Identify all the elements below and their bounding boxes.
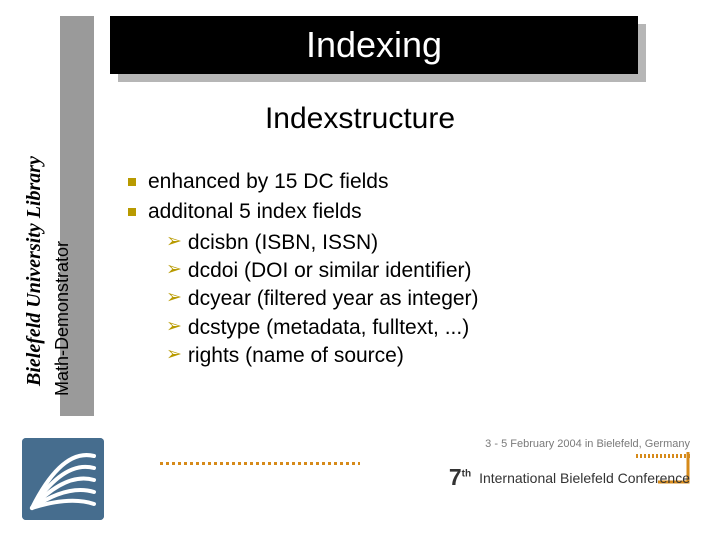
sub-bullet-item: ➢ dcisbn (ISBN, ISSN) <box>166 229 668 257</box>
arrow-icon: ➢ <box>166 314 182 340</box>
footer-date: 3 - 5 February 2004 in Bielefeld, German… <box>330 438 690 450</box>
slide: Bielefeld University Library Math-Demons… <box>0 0 720 540</box>
slide-subtitle: Indexstructure <box>0 102 720 136</box>
decorative-dots-small <box>634 454 690 458</box>
footer: 3 - 5 February 2004 in Bielefeld, German… <box>0 432 720 540</box>
ordinal-suffix: th <box>462 468 471 479</box>
arrow-icon: ➢ <box>166 257 182 283</box>
bullet-text: additonal 5 index fields <box>148 198 362 226</box>
sub-bullet-item: ➢ dcyear (filtered year as integer) <box>166 285 668 313</box>
sub-bullet-list: ➢ dcisbn (ISBN, ISSN) ➢ dcdoi (DOI or si… <box>166 229 668 371</box>
bullet-item: additonal 5 index fields <box>128 198 668 226</box>
institution-text: Bielefeld University Library <box>26 156 45 387</box>
sub-bullet-text: dcstype (metadata, fulltext, ...) <box>188 314 469 342</box>
project-vertical-label: Math-Demonstrator <box>52 156 73 396</box>
bullet-square-icon <box>128 178 136 186</box>
conference-line: 7th International Bielefeld Conference <box>330 464 690 491</box>
institution-logo <box>22 438 104 520</box>
arrow-icon: ➢ <box>166 342 182 368</box>
title-bar: Indexing <box>110 16 638 74</box>
content-area: enhanced by 15 DC fields additonal 5 ind… <box>128 168 668 370</box>
bullet-item: enhanced by 15 DC fields <box>128 168 668 196</box>
sub-bullet-text: dcyear (filtered year as integer) <box>188 285 479 313</box>
conference-ordinal: 7th <box>449 464 471 491</box>
slide-title: Indexing <box>306 24 442 66</box>
sub-bullet-item: ➢ dcdoi (DOI or similar identifier) <box>166 257 668 285</box>
sub-bullet-item: ➢ dcstype (metadata, fulltext, ...) <box>166 314 668 342</box>
arrow-icon: ➢ <box>166 285 182 311</box>
bullet-square-icon <box>128 208 136 216</box>
sub-bullet-text: dcdoi (DOI or similar identifier) <box>188 257 472 285</box>
bullet-text: enhanced by 15 DC fields <box>148 168 389 196</box>
arrow-icon: ➢ <box>166 229 182 255</box>
sub-bullet-text: rights (name of source) <box>188 342 404 370</box>
footer-right: 3 - 5 February 2004 in Bielefeld, German… <box>330 438 690 528</box>
sub-bullet-item: ➢ rights (name of source) <box>166 342 668 370</box>
sub-bullet-text: dcisbn (ISBN, ISSN) <box>188 229 378 257</box>
conference-name: International Bielefeld Conference <box>479 470 690 486</box>
ordinal-number: 7 <box>449 464 462 490</box>
